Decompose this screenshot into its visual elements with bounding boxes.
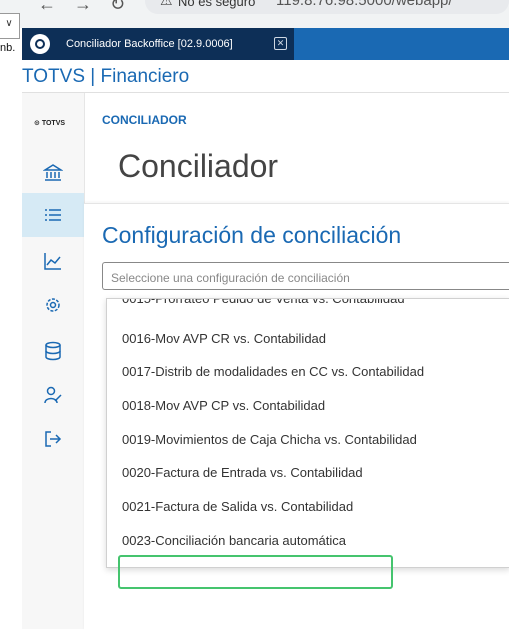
dropdown-option[interactable]: 0018-Mov AVP CP vs. Contabilidad [122, 398, 325, 413]
gear-icon [46, 298, 60, 312]
bank-icon [43, 164, 63, 181]
config-section-title: Configuración de conciliación [102, 222, 402, 248]
dropdown-option[interactable]: 0017-Distrib de modalidades en CC vs. Co… [122, 364, 424, 379]
sidebar-item-chart[interactable] [22, 239, 84, 283]
chart-icon [44, 253, 61, 270]
highlight-box [118, 555, 393, 589]
dropdown-option[interactable]: 0021-Factura de Salida vs. Contabilidad [122, 499, 353, 514]
app-tab-bar: Conciliador Backoffice [02.9.0006] ✕ [22, 28, 509, 60]
url-text[interactable]: 119.8.76.98:5000/webapp/ [276, 0, 453, 9]
sidebar-item-settings[interactable] [22, 283, 84, 327]
left-edge-text: nb. [0, 42, 16, 54]
config-dropdown-list: 0015-Prorrateo Pedido de Venta vs. Conta… [106, 298, 509, 568]
breadcrumb[interactable]: CONCILIADOR [102, 113, 187, 127]
sidebar-item-list[interactable] [22, 193, 84, 237]
totvs-logo-icon [30, 34, 50, 54]
back-icon[interactable]: ← [38, 0, 56, 15]
close-icon[interactable]: ✕ [274, 37, 287, 50]
sidebar-item-logout[interactable] [22, 417, 84, 461]
sidebar-item-database[interactable] [22, 329, 84, 373]
sidebar: ⊙ TOTVS [22, 93, 85, 629]
totvs-logo-icon: ⊙ [34, 120, 40, 127]
sidebar-item-user[interactable] [22, 373, 84, 417]
dropdown-option[interactable]: 0020-Factura de Entrada vs. Contabilidad [122, 465, 363, 480]
list-icon [45, 209, 61, 221]
reload-icon[interactable]: ↻ [110, 0, 125, 15]
dropdown-option[interactable]: 0023-Conciliación bancaria automática [122, 533, 346, 548]
chevron-down-icon[interactable]: ∨ [0, 13, 20, 39]
sidebar-logo-text: TOTVS [41, 120, 66, 127]
sidebar-item-bank[interactable] [22, 151, 84, 195]
browser-toolbar: ← → ↻ ⚠ No es seguro 119.8.76.98:5000/we… [0, 0, 509, 28]
security-label[interactable]: No es seguro [178, 0, 255, 9]
sidebar-logo: ⊙ TOTVS [34, 119, 65, 127]
config-select-placeholder: Seleccione una configuración de concilia… [111, 271, 350, 285]
forward-icon[interactable]: → [74, 0, 92, 15]
database-icon [45, 341, 61, 361]
dropdown-option[interactable]: 0015-Prorrateo Pedido de Venta vs. Conta… [122, 299, 405, 306]
dropdown-option[interactable]: 0016-Mov AVP CR vs. Contabilidad [122, 331, 326, 346]
app-title: TOTVS | Financiero [22, 66, 190, 87]
logout-icon [45, 431, 62, 447]
tab-title: Conciliador Backoffice [02.9.0006] [66, 38, 233, 50]
page-title: Conciliador [118, 148, 279, 184]
warning-icon[interactable]: ⚠ [160, 0, 173, 9]
dropdown-option[interactable]: 0019-Movimientos de Caja Chicha vs. Cont… [122, 432, 417, 447]
divider [22, 92, 509, 93]
config-select-input[interactable]: Seleccione una configuración de concilia… [102, 262, 509, 290]
user-edit-icon [44, 386, 62, 404]
tab-conciliador[interactable]: Conciliador Backoffice [02.9.0006] ✕ [22, 28, 294, 60]
